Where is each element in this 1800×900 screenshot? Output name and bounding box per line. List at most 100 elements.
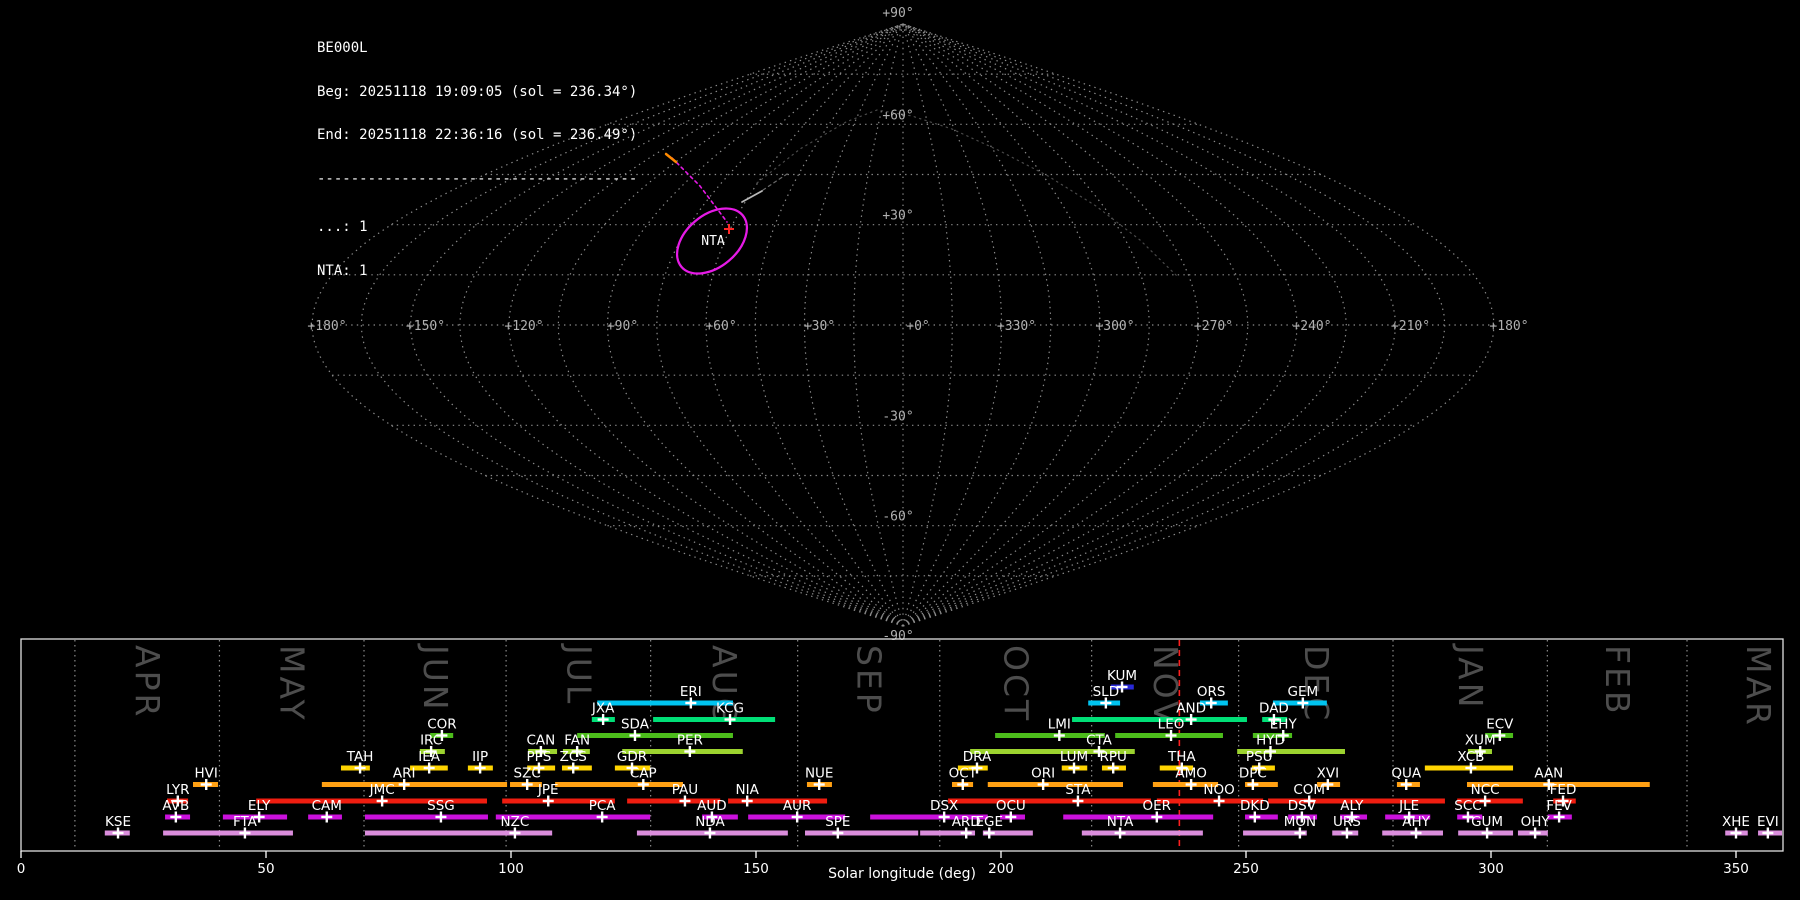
shower-label-dad: DAD xyxy=(1259,701,1289,717)
shower-label-avb: AVB xyxy=(162,798,189,814)
sky-longitude-label: +300° xyxy=(1095,319,1134,334)
shower-label-hyd: HYD xyxy=(1256,733,1285,749)
shower-label-fta: FTA xyxy=(233,814,258,830)
shower-label-cta: CTA xyxy=(1086,733,1113,749)
sky-latitude-label: +60° xyxy=(882,108,913,123)
shower-label-dra: DRA xyxy=(963,749,992,765)
shower-label-gem: GEM xyxy=(1288,684,1319,700)
sky-latitude-label: -90° xyxy=(882,629,913,644)
shower-label-zcs: ZCS xyxy=(560,749,587,765)
shower-label-ari: ARI xyxy=(393,766,416,782)
sky-longitude-label: +150° xyxy=(406,319,445,334)
month-label: FEB xyxy=(1598,645,1637,716)
shower-bar-ssg xyxy=(364,814,488,820)
shower-label-aur: AUR xyxy=(783,798,812,814)
shower-label-fev: FEV xyxy=(1546,798,1572,814)
sky-latitude-label: -60° xyxy=(882,510,913,525)
shower-label-sda: SDA xyxy=(621,717,650,733)
shower-label-lmi: LMI xyxy=(1048,717,1071,733)
shower-label-evi: EVI xyxy=(1757,814,1779,830)
shower-label-irc: IRC xyxy=(420,733,442,749)
shower-bar-nta xyxy=(1081,830,1203,836)
shower-label-tah: TAH xyxy=(346,749,374,765)
month-label: MAR xyxy=(1739,645,1778,728)
sky-latitude-label: +30° xyxy=(882,209,913,224)
shower-label-cam: CAM xyxy=(312,798,342,814)
month-label: JUL xyxy=(559,643,598,706)
month-label: OCT xyxy=(997,645,1036,723)
shower-label-nzc: NZC xyxy=(501,814,530,830)
shower-label-com: COM xyxy=(1293,782,1325,798)
shower-label-rpu: RPU xyxy=(1100,749,1127,765)
month-label: MAY xyxy=(273,645,312,723)
shower-label-amo: AMO xyxy=(1175,766,1207,782)
shower-label-jxa: JXA xyxy=(591,701,615,717)
shower-bar-kcg xyxy=(653,717,776,722)
shower-bar-cap xyxy=(555,782,683,787)
shower-label-oer: OER xyxy=(1143,798,1172,814)
shower-label-tha: THA xyxy=(1167,749,1196,765)
shower-label-oct: OCT xyxy=(949,766,978,782)
radiant-marker-nta xyxy=(724,224,734,234)
shower-label-and: AND xyxy=(1176,701,1206,717)
sky-longitude-label: +210° xyxy=(1391,319,1430,334)
shower-label-gum: GUM xyxy=(1471,814,1503,830)
shower-label-per: PER xyxy=(677,733,703,749)
shower-label-cap: CAP xyxy=(630,766,657,782)
shower-label-pca: PCA xyxy=(589,798,617,814)
shower-label-urs: URS xyxy=(1333,814,1361,830)
shower-label-mon: MON xyxy=(1284,814,1316,830)
shower-label-cor: COR xyxy=(427,717,456,733)
shower-bar-oer xyxy=(1063,814,1214,820)
shower-label-sld: SLD xyxy=(1093,684,1120,700)
shower-label-ecv: ECV xyxy=(1486,717,1514,733)
shower-label-ori: ORI xyxy=(1031,766,1055,782)
meteor-observation-app: BE000L Beg: 20251118 19:09:05 (sol = 236… xyxy=(0,0,1800,900)
shower-label-lum: LUM xyxy=(1060,749,1088,765)
sporadic-meteor-trail xyxy=(741,190,763,203)
sky-longitude-label: +0° xyxy=(906,319,929,334)
shower-label-ehy: EHY xyxy=(1270,717,1298,733)
shower-label-dsx: DSX xyxy=(930,798,958,814)
month-label: SEP xyxy=(850,645,889,716)
shower-label-ege: EGE xyxy=(975,814,1003,830)
nta-meteor-path xyxy=(671,157,728,223)
sky-longitude-label: +240° xyxy=(1292,319,1331,334)
shower-label-ohy: OHY xyxy=(1521,814,1551,830)
shower-label-xvi: XVI xyxy=(1317,766,1339,782)
shower-label-ssg: SSG xyxy=(427,798,455,814)
shower-label-nta: NTA xyxy=(1107,814,1134,830)
sky-longitude-label: +120° xyxy=(504,319,543,334)
shower-label-lyr: LYR xyxy=(166,782,189,798)
sky-longitude-label: +330° xyxy=(997,319,1036,334)
shower-label-ors: ORS xyxy=(1197,684,1226,700)
shower-timeline: APR MAY JUN JUL AUG SEP OCT NOV DEC JAN FEB MARKUME… xyxy=(17,638,1784,877)
month-label: JAN xyxy=(1451,643,1490,710)
x-axis-title: Solar longitude (deg) xyxy=(828,866,976,882)
shower-label-fan: FAN xyxy=(564,733,590,749)
shower-label-qua: QUA xyxy=(1391,766,1422,782)
shower-label-nia: NIA xyxy=(736,782,760,798)
shower-label-ocu: OCU xyxy=(996,798,1026,814)
sky-longitude-label: +60° xyxy=(705,319,736,334)
sky-longitude-label: +180° xyxy=(307,319,346,334)
sky-latitude-label: -30° xyxy=(882,409,913,424)
shower-label-pau: PAU xyxy=(672,782,698,798)
shower-bar-sda xyxy=(577,733,733,738)
shower-label-jmc: JMC xyxy=(369,782,395,798)
shower-label-xcb: XCB xyxy=(1457,749,1484,765)
sky-map: +180° +150° +120° +90° +60° +30° +0° +330° +300°… xyxy=(307,6,1528,644)
shower-label-iip: IIP xyxy=(472,749,488,765)
shower-label-aan: AAN xyxy=(1534,766,1563,782)
shower-label-leo: LEO xyxy=(1158,717,1185,733)
shower-bar-eri xyxy=(597,700,733,706)
nta-meteor-trail xyxy=(664,152,678,164)
sky-latitude-label: +90° xyxy=(882,6,913,21)
shower-label-aly: ALY xyxy=(1340,798,1364,814)
shower-bar-spe xyxy=(805,830,919,836)
month-label: JUN xyxy=(416,643,455,713)
shower-label-xhe: XHE xyxy=(1722,814,1750,830)
sky-and-timeline-plot: +180° +150° +120° +90° +60° +30° +0° +330° +300°… xyxy=(17,6,1784,877)
shower-bar-sta xyxy=(948,798,1151,804)
shower-label-noo: NOO xyxy=(1203,782,1234,798)
